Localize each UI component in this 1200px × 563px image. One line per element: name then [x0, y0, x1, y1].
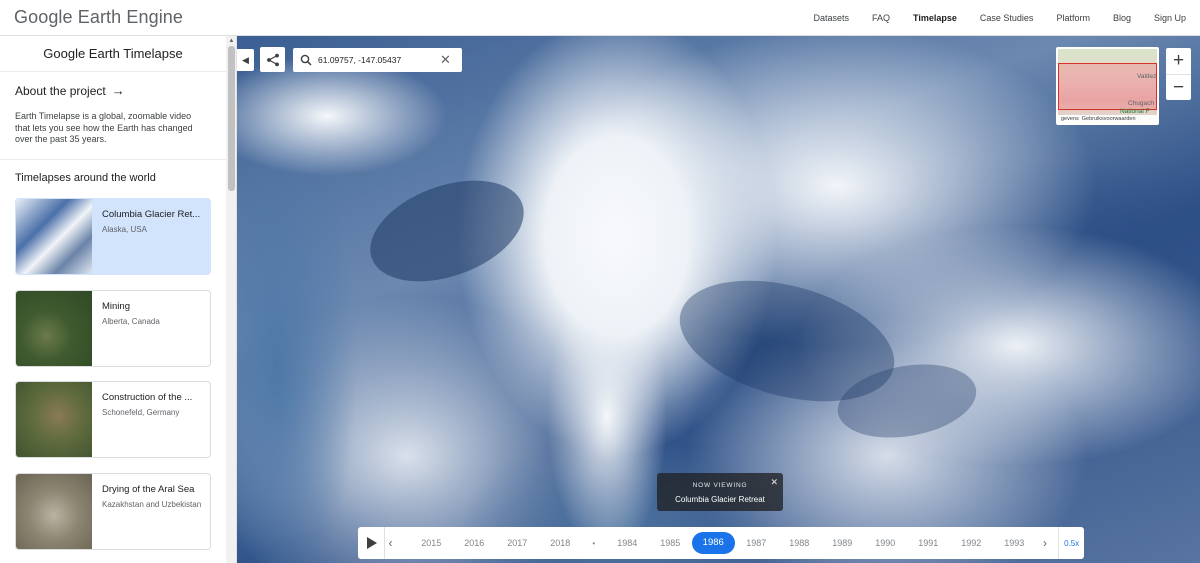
- scroll-up-arrow-icon[interactable]: ▲: [226, 36, 236, 46]
- zoom-controls: + −: [1166, 48, 1191, 100]
- year-2015[interactable]: 2015: [410, 538, 453, 548]
- share-icon: [266, 53, 279, 66]
- timeline-years: 2015 2016 2017 2018 • 1984 1985 1986 198…: [410, 532, 1036, 554]
- year-2018[interactable]: 2018: [539, 538, 582, 548]
- year-1993[interactable]: 1993: [993, 538, 1036, 548]
- year-1992[interactable]: 1992: [950, 538, 993, 548]
- nav-case-studies[interactable]: Case Studies: [980, 13, 1034, 23]
- plus-icon: +: [1172, 50, 1185, 71]
- play-icon: [366, 537, 377, 549]
- nav-faq[interactable]: FAQ: [872, 13, 890, 23]
- play-button[interactable]: [358, 527, 386, 559]
- year-1988[interactable]: 1988: [778, 538, 821, 548]
- minus-icon: −: [1172, 76, 1185, 98]
- map-terrain: [356, 161, 538, 301]
- sidebar-title: Google Earth Timelapse: [0, 36, 226, 72]
- card-subtitle: Alberta, Canada: [102, 317, 160, 326]
- nav-datasets[interactable]: Datasets: [814, 13, 850, 23]
- timelapse-card-columbia-glacier[interactable]: Columbia Glacier Ret... Alaska, USA: [15, 198, 211, 275]
- search-icon: [299, 53, 313, 67]
- coordinates-input[interactable]: [318, 55, 438, 65]
- minimap-terms-link[interactable]: Gebruiksvoorwaarden: [1082, 116, 1136, 122]
- sidebar-content: Google Earth Timelapse About the project…: [0, 36, 226, 563]
- section-title: Timelapses around the world: [15, 172, 156, 184]
- year-2016[interactable]: 2016: [453, 538, 496, 548]
- year-1986-selected[interactable]: 1986: [691, 532, 735, 554]
- caret-left-icon: ◀: [242, 54, 249, 65]
- now-viewing-title: Columbia Glacier Retreat: [675, 495, 765, 504]
- year-1987[interactable]: 1987: [735, 538, 778, 548]
- minimap-label-valdez: Valdez: [1137, 73, 1157, 80]
- minimap-label-national-forest: National F: [1120, 108, 1150, 115]
- timelapse-card-mining[interactable]: Mining Alberta, Canada: [15, 290, 211, 367]
- close-icon[interactable]: ✕: [770, 477, 778, 488]
- timelapse-card-construction[interactable]: Construction of the ... Schonefeld, Germ…: [15, 381, 211, 458]
- now-viewing-toast: NOW VIEWING Columbia Glacier Retreat ✕: [657, 473, 783, 511]
- nav-timelapse[interactable]: Timelapse: [913, 13, 957, 23]
- year-1985[interactable]: 1985: [649, 538, 692, 548]
- top-nav: Datasets FAQ Timelapse Case Studies Plat…: [791, 0, 1187, 36]
- timeline-bar: ‹ 2015 2016 2017 2018 • 1984 1985 1986 1…: [358, 527, 1084, 559]
- minimap[interactable]: Valdez Chugach National F gevens Gebruik…: [1056, 47, 1159, 125]
- glacier-thumbnail: [16, 199, 92, 274]
- card-subtitle: Kazakhstan and Uzbekistan: [102, 500, 202, 509]
- mining-thumbnail: [16, 291, 92, 366]
- now-viewing-label: NOW VIEWING: [692, 482, 748, 489]
- chevron-left-icon[interactable]: ‹: [385, 536, 396, 550]
- aral-sea-thumbnail: [16, 474, 92, 549]
- about-project-label: About the project: [15, 83, 106, 98]
- year-1989[interactable]: 1989: [821, 538, 864, 548]
- sidebar: Google Earth Timelapse About the project…: [0, 36, 237, 563]
- card-title: Columbia Glacier Ret...: [102, 209, 201, 220]
- satellite-map[interactable]: ◀ ✕ Valdez Chugach National F gevens Geb…: [237, 36, 1200, 563]
- top-header: Google Earth Engine Datasets FAQ Timelap…: [0, 0, 1200, 36]
- construction-thumbnail: [16, 382, 92, 457]
- chevron-right-icon[interactable]: ›: [1040, 536, 1051, 550]
- card-subtitle: Schonefeld, Germany: [102, 408, 180, 417]
- card-title: Construction of the ...: [102, 392, 193, 403]
- sidebar-scrollbar[interactable]: ▲: [226, 36, 236, 563]
- year-separator-dot: •: [592, 538, 596, 548]
- timelapse-card-aral-sea[interactable]: Drying of the Aral Sea Kazakhstan and Uz…: [15, 473, 211, 550]
- clear-search-icon[interactable]: ✕: [440, 52, 451, 68]
- sidebar-divider: [0, 159, 226, 160]
- nav-blog[interactable]: Blog: [1113, 13, 1131, 23]
- about-project-link[interactable]: About the project →: [15, 83, 125, 98]
- card-title: Drying of the Aral Sea: [102, 484, 195, 495]
- about-description: Earth Timelapse is a global, zoomable vi…: [15, 111, 193, 144]
- location-search[interactable]: ✕: [293, 48, 462, 72]
- year-1991[interactable]: 1991: [907, 538, 950, 548]
- playback-speed-button[interactable]: 0.5x: [1058, 527, 1084, 559]
- year-2017[interactable]: 2017: [496, 538, 539, 548]
- minimap-label-chugach: Chugach: [1128, 100, 1155, 107]
- share-button[interactable]: [260, 47, 285, 72]
- nav-sign-up[interactable]: Sign Up: [1154, 13, 1186, 23]
- minimap-attribution-text[interactable]: gevens: [1061, 116, 1079, 122]
- google-earth-engine-logo[interactable]: Google Earth Engine: [14, 7, 183, 28]
- year-1990[interactable]: 1990: [864, 538, 907, 548]
- nav-platform[interactable]: Platform: [1056, 13, 1090, 23]
- card-subtitle: Alaska, USA: [102, 225, 147, 234]
- minimap-attribution: gevens Gebruiksvoorwaarden: [1058, 115, 1157, 123]
- year-1984[interactable]: 1984: [606, 538, 649, 548]
- zoom-in-button[interactable]: +: [1166, 48, 1191, 74]
- scrollbar-thumb[interactable]: [228, 46, 235, 191]
- arrow-right-icon: →: [111, 83, 125, 98]
- collapse-sidebar-button[interactable]: ◀: [237, 49, 254, 71]
- card-title: Mining: [102, 301, 130, 312]
- zoom-out-button[interactable]: −: [1166, 74, 1191, 100]
